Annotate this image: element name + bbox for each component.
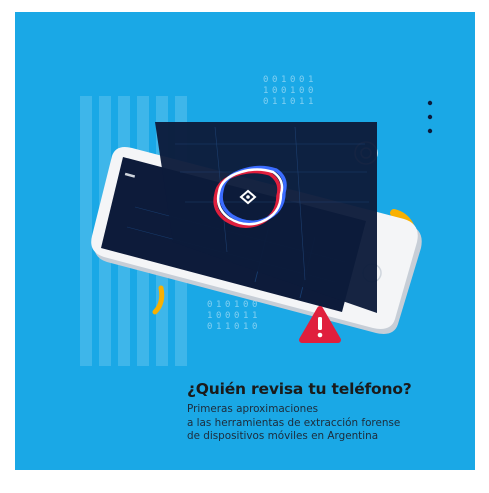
- subtitle-line: Primeras aproximaciones: [187, 403, 319, 415]
- binary-digit: 1: [299, 97, 304, 107]
- binary-digit: 1: [252, 311, 257, 321]
- subtitle-line: de dispositivos móviles en Argentina: [187, 430, 379, 443]
- binary-digit: 0: [243, 300, 248, 310]
- binary-digit: 0: [290, 75, 295, 85]
- binary-digit: 1: [263, 86, 268, 96]
- report-cover: 001001100100011011010100100011011010 ¿Qu…: [15, 12, 475, 470]
- binary-digit: 0: [252, 300, 257, 310]
- binary-digit: 1: [243, 322, 248, 332]
- binary-digit: 0: [225, 300, 230, 310]
- binary-digit: 0: [272, 75, 277, 85]
- binary-digit: 0: [281, 86, 286, 96]
- binary-digit: 0: [225, 311, 230, 321]
- binary-digit: 1: [234, 300, 239, 310]
- binary-digit: 1: [207, 311, 212, 321]
- cover-illustration: 0 0 1 0 0 11 0 0 1 0 00 1 1 0 1 10 1 0 1 0 01 0 0 0 1 10 1 1 0 1 0: [15, 12, 475, 470]
- binary-digit: 0: [263, 97, 268, 107]
- binary-digit: 1: [216, 322, 221, 332]
- binary-digit: 1: [290, 86, 295, 96]
- binary-digit: 0: [234, 322, 239, 332]
- binary-digit: 0: [207, 300, 212, 310]
- binary-digit: 0: [234, 311, 239, 321]
- binary-digit: 0: [290, 97, 295, 107]
- binary-digit: 1: [272, 97, 277, 107]
- binary-digit: 1: [308, 97, 313, 107]
- binary-digit: 1: [281, 97, 286, 107]
- binary-digit: 1: [281, 75, 286, 85]
- binary-digit: 0: [299, 75, 304, 85]
- subtitle-line: a las herramientas de extracción forense: [187, 416, 401, 429]
- binary-digit: 0: [299, 86, 304, 96]
- report-title: ¿Quién revisa tu teléfono?: [187, 380, 412, 398]
- binary-digit: 1: [308, 75, 313, 85]
- binary-digit: 0: [216, 311, 221, 321]
- binary-digit: 1: [216, 300, 221, 310]
- binary-digit: 0: [252, 322, 257, 332]
- binary-digit: 1: [243, 311, 248, 321]
- binary-digit: 0: [308, 86, 313, 96]
- binary-digit: 0: [272, 86, 277, 96]
- binary-digit: 0: [207, 322, 212, 332]
- binary-digit: 1: [225, 322, 230, 332]
- report-subtitle: Primeras aproximaciones a las herramient…: [187, 403, 467, 444]
- binary-digit: 0: [263, 75, 268, 85]
